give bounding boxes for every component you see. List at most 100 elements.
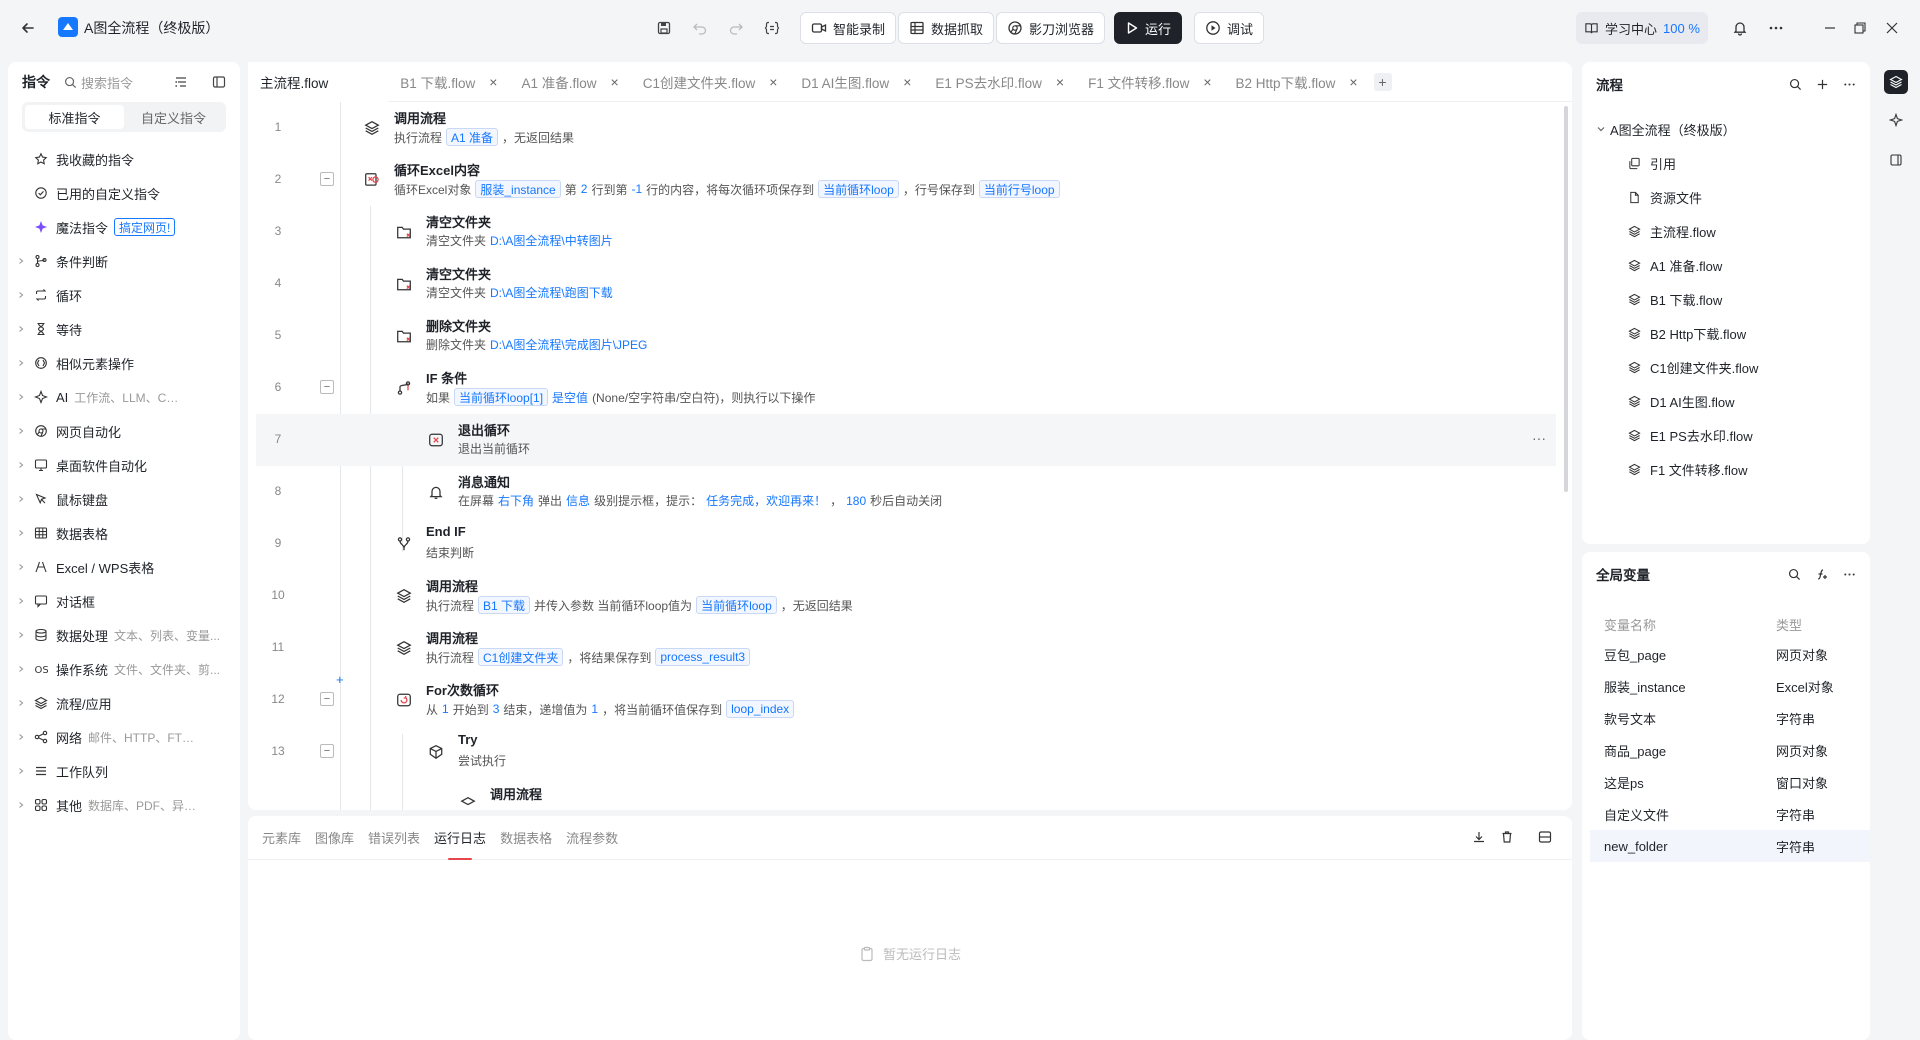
undo-icon[interactable]: [686, 14, 714, 42]
command-category[interactable]: Excel / WPS表格: [8, 550, 240, 584]
search-icon[interactable]: [1789, 78, 1802, 91]
chevron-right-icon[interactable]: [8, 359, 34, 367]
step-variable-tag[interactable]: B1 下载: [478, 596, 531, 614]
flow-tree-item[interactable]: F1 文件转移.flow: [1582, 452, 1870, 486]
chevron-right-icon[interactable]: [8, 563, 34, 571]
step-variable-tag[interactable]: loop_index: [726, 700, 795, 718]
bottom-tab[interactable]: 数据表格: [500, 816, 552, 860]
command-category[interactable]: 桌面软件自动化: [8, 448, 240, 482]
command-category[interactable]: 网页自动化: [8, 414, 240, 448]
command-category[interactable]: 循环: [8, 278, 240, 312]
flow-step-row[interactable]: 4 清空文件夹 清空文件夹 D:\A图全流程\跑图下载: [256, 258, 1556, 310]
flow-step-row[interactable]: 2− 循环Excel内容 循环Excel对象 服装_instance 第 2 行到第 -1 行的…: [256, 154, 1556, 206]
more-icon[interactable]: [1843, 568, 1856, 581]
step-variable-tag[interactable]: C1创建文件夹: [478, 648, 564, 666]
command-category[interactable]: 数据处理 文本、列表、变量...: [8, 618, 240, 652]
close-tab-icon[interactable]: ×: [1203, 74, 1211, 90]
restore-icon[interactable]: [1846, 14, 1874, 42]
trash-icon[interactable]: [1500, 830, 1514, 844]
bottom-tab[interactable]: 运行日志: [434, 816, 486, 860]
step-variable-tag[interactable]: 当前循环loop[1]: [454, 388, 549, 406]
chevron-right-icon[interactable]: [8, 733, 34, 741]
zoom-level[interactable]: 100 %: [1663, 21, 1700, 36]
variable-row[interactable]: 款号文本 字符串: [1590, 702, 1870, 734]
step-variable-tag[interactable]: process_result3: [655, 648, 751, 666]
close-tab-icon[interactable]: ×: [903, 74, 911, 90]
flow-tree-root[interactable]: A图全流程（终极版）: [1582, 112, 1870, 146]
close-tab-icon[interactable]: ×: [1056, 74, 1064, 90]
chevron-right-icon[interactable]: [8, 801, 34, 809]
chevron-right-icon[interactable]: [8, 597, 34, 605]
command-category[interactable]: AI 工作流、LLM、CUA...: [8, 380, 240, 414]
bottom-tab[interactable]: 流程参数: [566, 816, 618, 860]
flow-tree-item[interactable]: E1 PS去水印.flow: [1582, 418, 1870, 452]
variable-row[interactable]: 这是ps 窗口对象: [1590, 766, 1870, 798]
search-icon[interactable]: [1788, 568, 1801, 581]
back-arrow-icon[interactable]: [16, 16, 40, 40]
flow-step-row[interactable]: 11 调用流程 执行流程 C1创建文件夹 ，将结果保存到 process_result3: [256, 622, 1556, 674]
close-tab-icon[interactable]: ×: [769, 74, 777, 90]
learn-center-button[interactable]: 学习中心 100 %: [1576, 12, 1708, 44]
chevron-right-icon[interactable]: [8, 665, 34, 673]
command-category[interactable]: 对话框: [8, 584, 240, 618]
command-category[interactable]: 数据表格: [8, 516, 240, 550]
variable-row[interactable]: new_folder 字符串: [1590, 830, 1870, 862]
flow-step-row[interactable]: 9 End IF 结束判断: [256, 518, 1556, 570]
chevron-right-icon[interactable]: [8, 767, 34, 775]
variable-row[interactable]: 豆包_page 网页对象: [1590, 638, 1870, 670]
debug-button[interactable]: 调试: [1194, 12, 1265, 44]
flow-tree-item[interactable]: 资源文件: [1582, 180, 1870, 214]
smart-record-button[interactable]: 智能录制: [800, 12, 897, 44]
flow-step-row[interactable]: 3 清空文件夹 清空文件夹 D:\A图全流程\中转图片: [256, 206, 1556, 258]
bell-icon[interactable]: [1726, 14, 1754, 42]
format-code-icon[interactable]: [758, 14, 786, 42]
flow-step-row[interactable]: 5 删除文件夹 删除文件夹 D:\A图全流程\完成图片\JPEG: [256, 310, 1556, 362]
tab-custom-commands[interactable]: 自定义指令: [124, 105, 223, 129]
command-category[interactable]: 工作队列: [8, 754, 240, 788]
filter-list-icon[interactable]: [174, 75, 188, 89]
step-variable-tag[interactable]: 当前循环loop: [696, 596, 777, 614]
close-window-icon[interactable]: [1878, 14, 1906, 42]
chevron-right-icon[interactable]: [8, 427, 34, 435]
flow-step-row[interactable]: 12− For次数循环从 1 开始到 3 结束，递增值为 1 ，将当前循环值保存到 loop_i…: [256, 674, 1556, 726]
chevron-down-icon[interactable]: [1582, 124, 1610, 134]
tab-flow-file[interactable]: 主流程.flow: [248, 61, 389, 102]
tab-flow-file[interactable]: E1 PS去水印.flow ×: [923, 62, 1076, 102]
chevron-right-icon[interactable]: [8, 529, 34, 537]
bottom-tab[interactable]: 元素库: [262, 816, 301, 860]
variable-row[interactable]: 商品_page 网页对象: [1590, 734, 1870, 766]
run-button[interactable]: 运行: [1114, 12, 1183, 44]
save-icon[interactable]: [650, 14, 678, 42]
chevron-right-icon[interactable]: [8, 325, 34, 333]
flow-step-row[interactable]: 7 退出循环 退出当前循环 ···: [256, 414, 1556, 466]
collapse-toggle-icon[interactable]: −: [320, 172, 334, 186]
command-category[interactable]: 网络邮件、HTTP、FTP、群...: [8, 720, 240, 754]
layers-icon[interactable]: [1884, 70, 1908, 94]
flow-tree-item[interactable]: B1 下载.flow: [1582, 282, 1870, 316]
sparkle-icon[interactable]: [1884, 108, 1908, 132]
flow-tree-item[interactable]: A1 准备.flow: [1582, 248, 1870, 282]
browser-button[interactable]: 影刀浏览器: [996, 12, 1106, 44]
chevron-right-icon[interactable]: [8, 495, 34, 503]
tab-flow-file[interactable]: B1 下载.flow ×: [388, 62, 509, 102]
tab-flow-file[interactable]: C1创建文件夹.flow ×: [631, 62, 790, 102]
tab-flow-file[interactable]: B2 Http下载.flow ×: [1224, 62, 1370, 102]
magic-tag[interactable]: 搞定网页!: [114, 218, 176, 236]
variable-row[interactable]: 服装_instance Excel对象: [1590, 670, 1870, 702]
row-more-icon[interactable]: ···: [1532, 430, 1546, 446]
tab-flow-file[interactable]: A1 准备.flow ×: [509, 62, 630, 102]
data-capture-button[interactable]: 数据抓取: [898, 12, 995, 44]
more-icon[interactable]: [1843, 78, 1856, 91]
flow-step-row[interactable]: 10 调用流程 执行流程 B1 下载 并传入参数 当前循环loop值为 当前循环loop，…: [256, 570, 1556, 622]
flow-step-row[interactable]: 13 − Try 尝试执行: [256, 726, 1556, 778]
collapse-toggle-icon[interactable]: −: [320, 692, 334, 706]
command-category[interactable]: 流程/应用: [8, 686, 240, 720]
command-category[interactable]: 条件判断: [8, 244, 240, 278]
chevron-right-icon[interactable]: [8, 291, 34, 299]
tab-standard-commands[interactable]: 标准指令: [25, 105, 124, 129]
step-variable-tag[interactable]: 服装_instance: [475, 180, 561, 198]
chevron-right-icon[interactable]: [8, 393, 34, 401]
command-category[interactable]: 鼠标键盘: [8, 482, 240, 516]
chevron-right-icon[interactable]: [8, 257, 34, 265]
flow-tree-item[interactable]: C1创建文件夹.flow: [1582, 350, 1870, 384]
